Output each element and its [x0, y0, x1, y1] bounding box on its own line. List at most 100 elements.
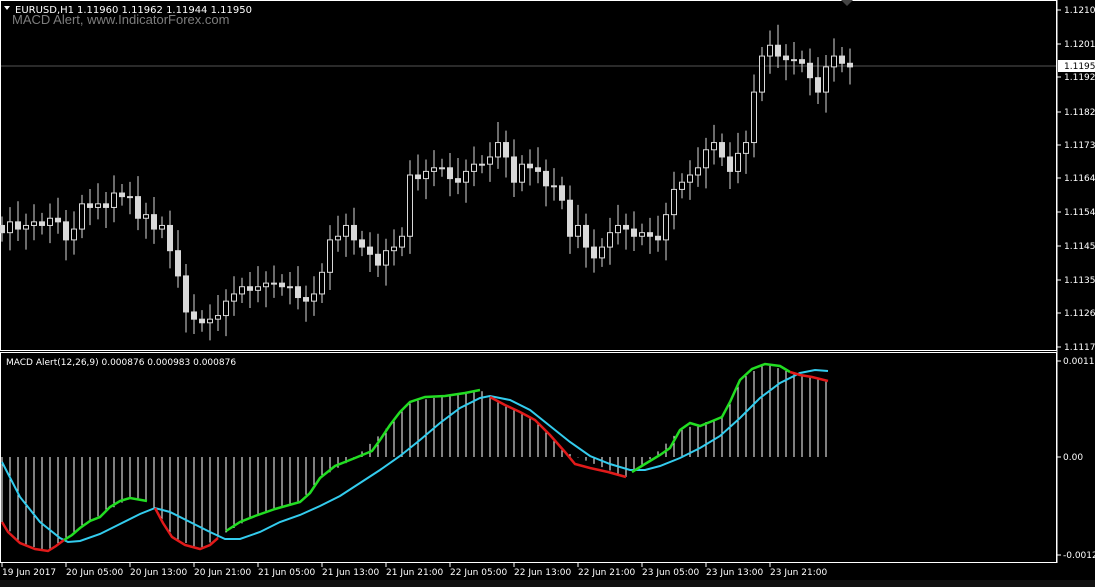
time-tick: 21 Jun 05:00 — [257, 563, 315, 578]
candle — [327, 225, 333, 290]
candle — [847, 48, 853, 85]
candle — [95, 183, 101, 220]
candle — [143, 202, 149, 239]
svg-text:22 Jun 21:00: 22 Jun 21:00 — [578, 568, 635, 578]
price-tick: 1.11450 — [1057, 242, 1095, 252]
candle — [479, 155, 485, 174]
candle — [831, 38, 837, 82]
candle — [199, 310, 205, 332]
svg-text:1.12015: 1.12015 — [1064, 40, 1095, 50]
price-tick: 1.12105 — [1057, 6, 1095, 16]
candle — [487, 142, 493, 182]
time-tick: 19 Jun 2017 — [1, 563, 56, 578]
candle — [295, 266, 301, 310]
candle — [375, 233, 381, 277]
candle — [823, 54, 829, 113]
svg-text:22 Jun 05:00: 22 Jun 05:00 — [450, 568, 507, 578]
candle — [455, 158, 461, 195]
candle — [687, 160, 693, 200]
candle — [639, 223, 645, 246]
time-tick: 20 Jun 21:00 — [193, 563, 251, 578]
dropdown-arrow-icon[interactable] — [4, 6, 10, 10]
candle — [159, 216, 165, 239]
candle — [287, 271, 293, 305]
candle — [679, 173, 685, 199]
candle — [119, 184, 125, 206]
time-tick: 23 Jun 05:00 — [641, 563, 699, 578]
horizontal-scrollbar[interactable] — [0, 580, 1095, 587]
svg-text:19 Jun 2017: 19 Jun 2017 — [2, 568, 56, 578]
candle — [703, 137, 709, 189]
candle — [663, 202, 669, 261]
candle — [583, 213, 589, 268]
svg-text:1.12105: 1.12105 — [1064, 6, 1095, 16]
candle — [255, 266, 261, 303]
candle — [319, 263, 325, 303]
svg-text:0.00117: 0.00117 — [1063, 357, 1095, 367]
watermark-text: MACD Alert, www.IndicatorForex.com — [12, 12, 229, 27]
candle — [55, 197, 61, 234]
svg-text:23 Jun 13:00: 23 Jun 13:00 — [706, 568, 763, 578]
shift-marker-icon[interactable] — [841, 0, 853, 6]
time-tick: 22 Jun 21:00 — [577, 563, 635, 578]
candle — [111, 175, 117, 223]
candle — [647, 217, 653, 254]
indicator-title: MACD Alert(12,26,9) 0.000876 0.000983 0.… — [6, 358, 236, 368]
candle — [223, 289, 229, 337]
svg-text:0.00: 0.00 — [1063, 453, 1083, 463]
candle — [783, 44, 789, 81]
candle — [231, 276, 237, 316]
candle — [767, 30, 773, 74]
candle — [799, 50, 805, 73]
svg-text:1.11170: 1.11170 — [1064, 343, 1095, 353]
svg-text:20 Jun 05:00: 20 Jun 05:00 — [66, 568, 123, 578]
svg-text:1.11825: 1.11825 — [1064, 108, 1095, 118]
price-tick: 1.11825 — [1057, 108, 1095, 118]
price-tick: 1.12015 — [1057, 40, 1095, 50]
candle — [23, 213, 29, 250]
svg-text:1.11730: 1.11730 — [1064, 141, 1095, 151]
candle — [711, 124, 717, 165]
candle — [671, 171, 677, 230]
candle — [463, 159, 469, 203]
candle — [615, 204, 621, 245]
candle — [567, 185, 573, 254]
svg-text:1.11355: 1.11355 — [1064, 276, 1095, 286]
price-tick: 1.11170 — [1057, 343, 1095, 353]
candle — [183, 264, 189, 333]
candle — [815, 57, 821, 104]
time-tick: 23 Jun 13:00 — [705, 563, 763, 578]
candle — [807, 48, 813, 96]
candle — [839, 47, 845, 73]
svg-text:23 Jun 05:00: 23 Jun 05:00 — [642, 568, 699, 578]
indicator-tick: 0.00117 — [1057, 357, 1095, 367]
candle — [39, 212, 45, 235]
candle — [247, 271, 253, 308]
time-tick: 21 Jun 21:00 — [385, 563, 443, 578]
trading-chart[interactable]: EURUSD,H1 1.11960 1.11962 1.11944 1.1195… — [0, 0, 1095, 587]
candle — [607, 217, 613, 265]
candle — [215, 295, 221, 332]
macd-line-down — [789, 370, 829, 383]
candle — [735, 132, 741, 184]
macd-line-down — [0, 521, 65, 553]
svg-text:21 Jun 13:00: 21 Jun 13:00 — [322, 568, 379, 578]
svg-text:1.11950: 1.11950 — [1064, 62, 1095, 72]
price-tick: 1.11545 — [1057, 208, 1095, 218]
time-tick: 21 Jun 13:00 — [321, 563, 379, 578]
candle — [303, 285, 309, 322]
candle — [31, 204, 37, 241]
candle — [311, 276, 317, 316]
candle — [495, 122, 501, 169]
indicator-tick: -0.00122 — [1057, 551, 1095, 561]
svg-text:1.11450: 1.11450 — [1064, 242, 1095, 252]
candle — [127, 181, 133, 215]
candle — [359, 230, 365, 257]
svg-text:-0.00122: -0.00122 — [1063, 551, 1095, 561]
candle — [719, 133, 725, 166]
candle — [343, 213, 349, 257]
candle — [527, 149, 533, 186]
candle — [543, 159, 549, 207]
indicator-axis: 0.00117 0.00 -0.00122 — [1057, 357, 1095, 561]
price-tick: 1.11265 — [1057, 309, 1095, 319]
